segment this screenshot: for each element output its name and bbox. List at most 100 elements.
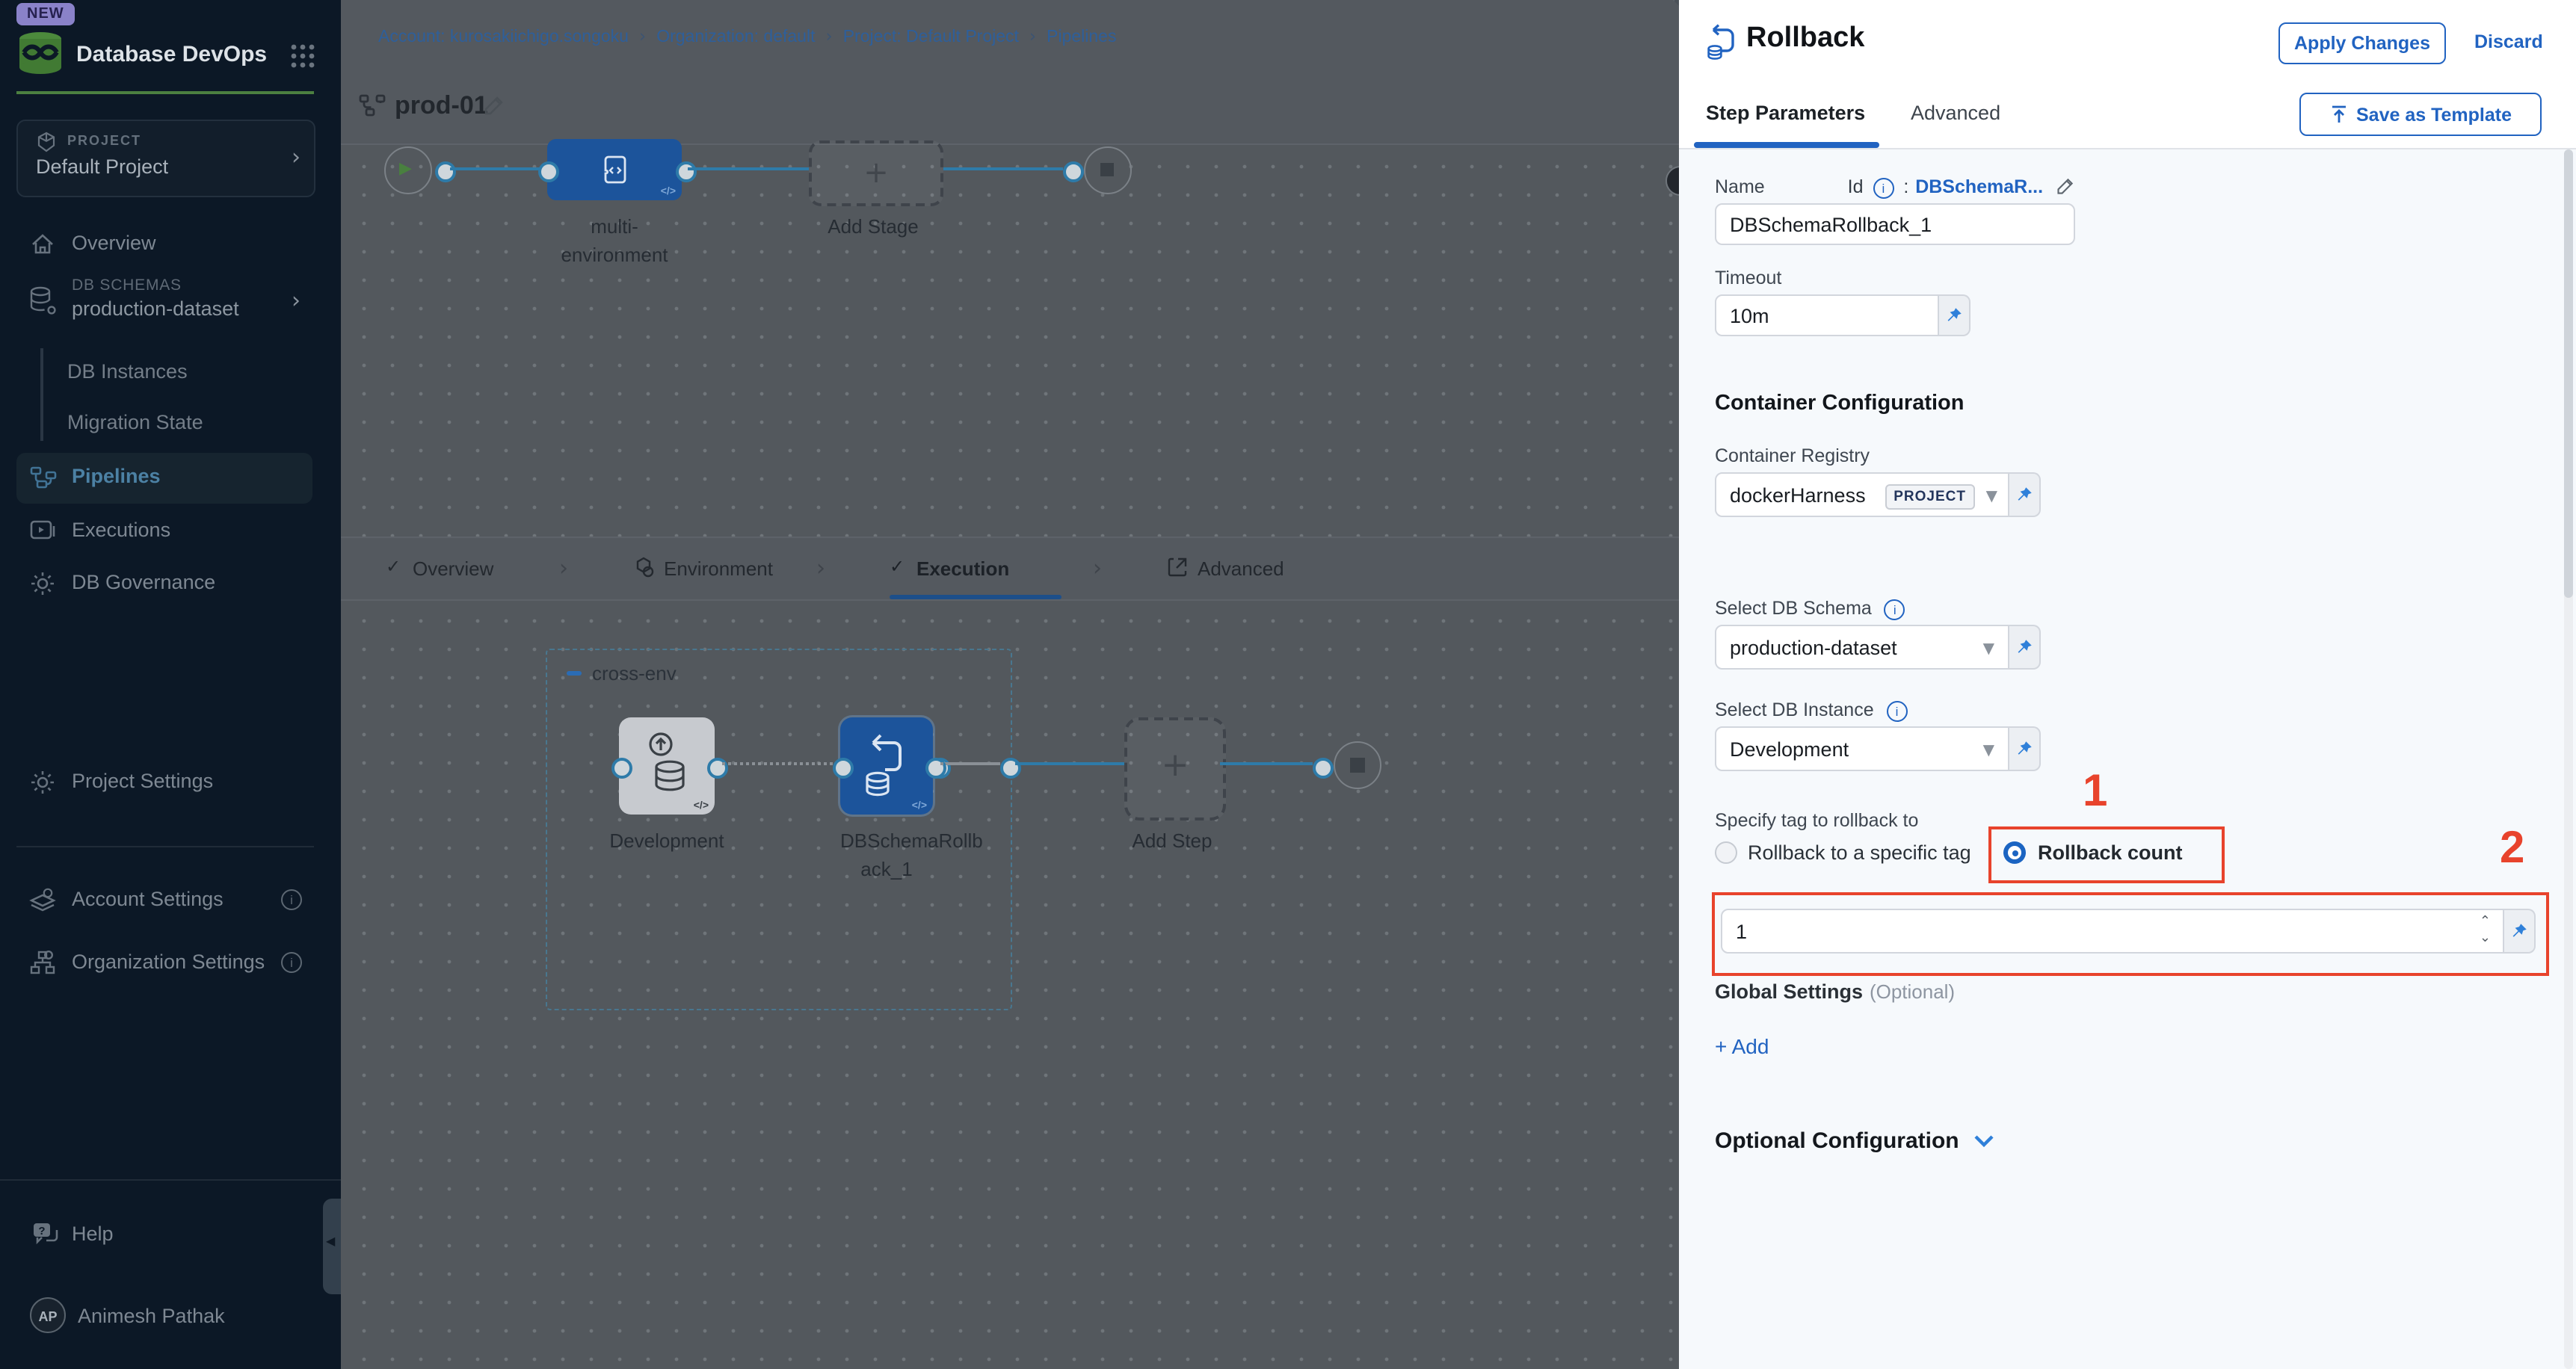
id-colon: :	[1903, 176, 1908, 197]
tab-overview[interactable]: Overview	[413, 557, 493, 580]
execution-end-node	[1334, 741, 1381, 789]
db-instance-select[interactable]: Development ▼	[1715, 726, 2009, 771]
connector-ring	[1063, 161, 1084, 182]
pin-icon[interactable]	[2504, 909, 2536, 954]
step-node-development[interactable]: </>	[619, 717, 715, 815]
sidebar-item-account-settings[interactable]: Account Settings i	[0, 880, 341, 922]
info-icon[interactable]: i	[1873, 178, 1894, 199]
connector-ring	[676, 161, 697, 182]
info-icon[interactable]: i	[281, 889, 302, 910]
sidebar-divider	[16, 846, 314, 847]
info-icon[interactable]: i	[1885, 599, 1905, 620]
connector-ring	[1313, 758, 1334, 779]
timeout-input[interactable]	[1715, 294, 1939, 336]
optional-config-toggle[interactable]: Optional Configuration	[1715, 1128, 1995, 1154]
stage-tabs-bar: ✓ Overview › Environment › ✓ Execution ›…	[341, 537, 1679, 601]
sidebar-item-label: Project Settings	[72, 770, 213, 792]
db-schema-icon	[28, 285, 58, 326]
tab-execution[interactable]: Execution	[916, 557, 1009, 580]
radio-specific-label: Rollback to a specific tag	[1748, 841, 1971, 864]
breadcrumb-separator: ›	[629, 25, 656, 46]
sidebar-item-db-governance[interactable]: DB Governance	[0, 563, 341, 605]
sidebar-item-label: Overview	[72, 232, 156, 254]
add-step-button[interactable]: +	[1124, 717, 1226, 821]
add-link[interactable]: + Add	[1715, 1034, 1769, 1058]
discard-button[interactable]: Discard	[2474, 31, 2543, 52]
annotation-number-1: 1	[2083, 767, 2107, 818]
sidebar-collapse-handle[interactable]: ◀	[323, 1199, 341, 1294]
sidebar-item-db-instances[interactable]: DB Instances	[67, 359, 188, 386]
sidebar-item-pipelines[interactable]: Pipelines	[16, 453, 312, 504]
edit-pencil-icon[interactable]	[483, 94, 505, 124]
radio-unselected-icon	[1715, 841, 1737, 864]
db-schema-select[interactable]: production-dataset ▼	[1715, 625, 2009, 670]
db-instance-group: Development ▼	[1715, 726, 2041, 771]
sidebar-item-organization-settings[interactable]: Organization Settings i	[0, 943, 341, 985]
number-stepper[interactable]: ⌃⌄	[2480, 915, 2491, 948]
tab-advanced[interactable]: Advanced	[1911, 102, 2000, 124]
plus-icon: +	[863, 154, 889, 190]
db-instance-label: Select DB Instance	[1715, 699, 1874, 720]
db-schema-value: production-dataset	[1730, 636, 1897, 658]
panel-scrollbar[interactable]	[2564, 149, 2573, 1369]
sidebar-item-help[interactable]: ? Help	[0, 1215, 341, 1257]
pin-icon[interactable]	[1939, 294, 1970, 336]
breadcrumb-account[interactable]: Account: kurosakiichigo.songoku	[378, 28, 629, 46]
pin-icon[interactable]	[2009, 625, 2041, 670]
info-icon[interactable]: i	[1887, 701, 1908, 722]
radio-specific-tag[interactable]: Rollback to a specific tag	[1715, 841, 1971, 864]
breadcrumb-organization[interactable]: Organization: default	[656, 28, 815, 46]
step-node-dbschemarollback[interactable]: </>	[840, 717, 933, 815]
project-label: PROJECT	[67, 133, 141, 148]
container-registry-label: Container Registry	[1715, 445, 1870, 466]
stage-label-line1: multi-	[547, 212, 682, 241]
database-devops-logo-icon[interactable]	[16, 31, 64, 75]
breadcrumb-pipelines[interactable]: Pipelines	[1047, 28, 1116, 46]
container-registry-select[interactable]: dockerHarness PROJECT ▼	[1715, 472, 2009, 517]
sidebar-item-migration-state[interactable]: Migration State	[67, 410, 203, 436]
tag-section-label: Specify tag to rollback to	[1715, 810, 1918, 831]
stop-icon	[1350, 758, 1365, 773]
app-grid-icon[interactable]	[290, 43, 315, 76]
breadcrumb-separator: ›	[815, 25, 842, 46]
user-menu[interactable]: AP Animesh Pathak	[0, 1294, 341, 1342]
save-as-template-button[interactable]: Save as Template	[2299, 93, 2542, 136]
sidebar-item-overview[interactable]: Overview	[0, 224, 341, 266]
pin-icon[interactable]	[2009, 472, 2041, 517]
upload-icon	[2329, 105, 2349, 124]
scrollbar-thumb[interactable]	[2564, 149, 2573, 598]
rollback-count-input[interactable]: 1 ⌃⌄	[1721, 909, 2504, 954]
name-input[interactable]	[1715, 203, 2075, 245]
sidebar-item-project-settings[interactable]: Project Settings	[0, 762, 341, 804]
db-schema-label: Select DB Schema	[1715, 598, 1872, 619]
project-name: Default Project	[36, 155, 168, 178]
rollback-step-icon	[858, 731, 915, 807]
stage-node-multi-environment[interactable]: </>	[547, 139, 682, 200]
sidebar-item-label: Executions	[72, 519, 170, 541]
db-upgrade-icon	[640, 729, 694, 809]
id-row: Id i : DBSchemaR...	[1679, 173, 2075, 200]
info-icon[interactable]: i	[281, 952, 302, 973]
sidebar-item-db-schemas[interactable]: DB SCHEMAS production-dataset ›	[0, 275, 341, 329]
yaml-snippet-icon: </>	[694, 801, 709, 812]
sidebar-item-executions[interactable]: Executions	[0, 511, 341, 553]
tab-step-parameters[interactable]: Step Parameters	[1706, 102, 1865, 124]
tab-environment[interactable]: Environment	[664, 557, 773, 580]
collapse-group-icon[interactable]	[567, 671, 582, 676]
edit-pencil-icon[interactable]	[2056, 176, 2075, 196]
chevron-right-icon: ›	[816, 554, 825, 581]
project-selector[interactable]: PROJECT Default Project ›	[16, 120, 315, 197]
annotation-number-2: 2	[2500, 823, 2524, 874]
chevron-down-icon: ▼	[1983, 641, 1994, 658]
add-stage-button[interactable]: +	[809, 140, 943, 206]
apply-changes-button[interactable]: Apply Changes	[2278, 22, 2446, 64]
chevron-right-icon: ›	[292, 287, 301, 314]
breadcrumb-project[interactable]: Project: Default Project	[843, 28, 1019, 46]
sidebar-item-label: Account Settings	[72, 888, 224, 910]
connector-ring	[435, 161, 456, 182]
container-registry-group: dockerHarness PROJECT ▼	[1715, 472, 2041, 517]
panel-title: Rollback	[1746, 22, 1864, 55]
tab-advanced[interactable]: Advanced	[1198, 557, 1284, 580]
pin-icon[interactable]	[2009, 726, 2041, 771]
annotation-box-1	[1988, 826, 2225, 883]
